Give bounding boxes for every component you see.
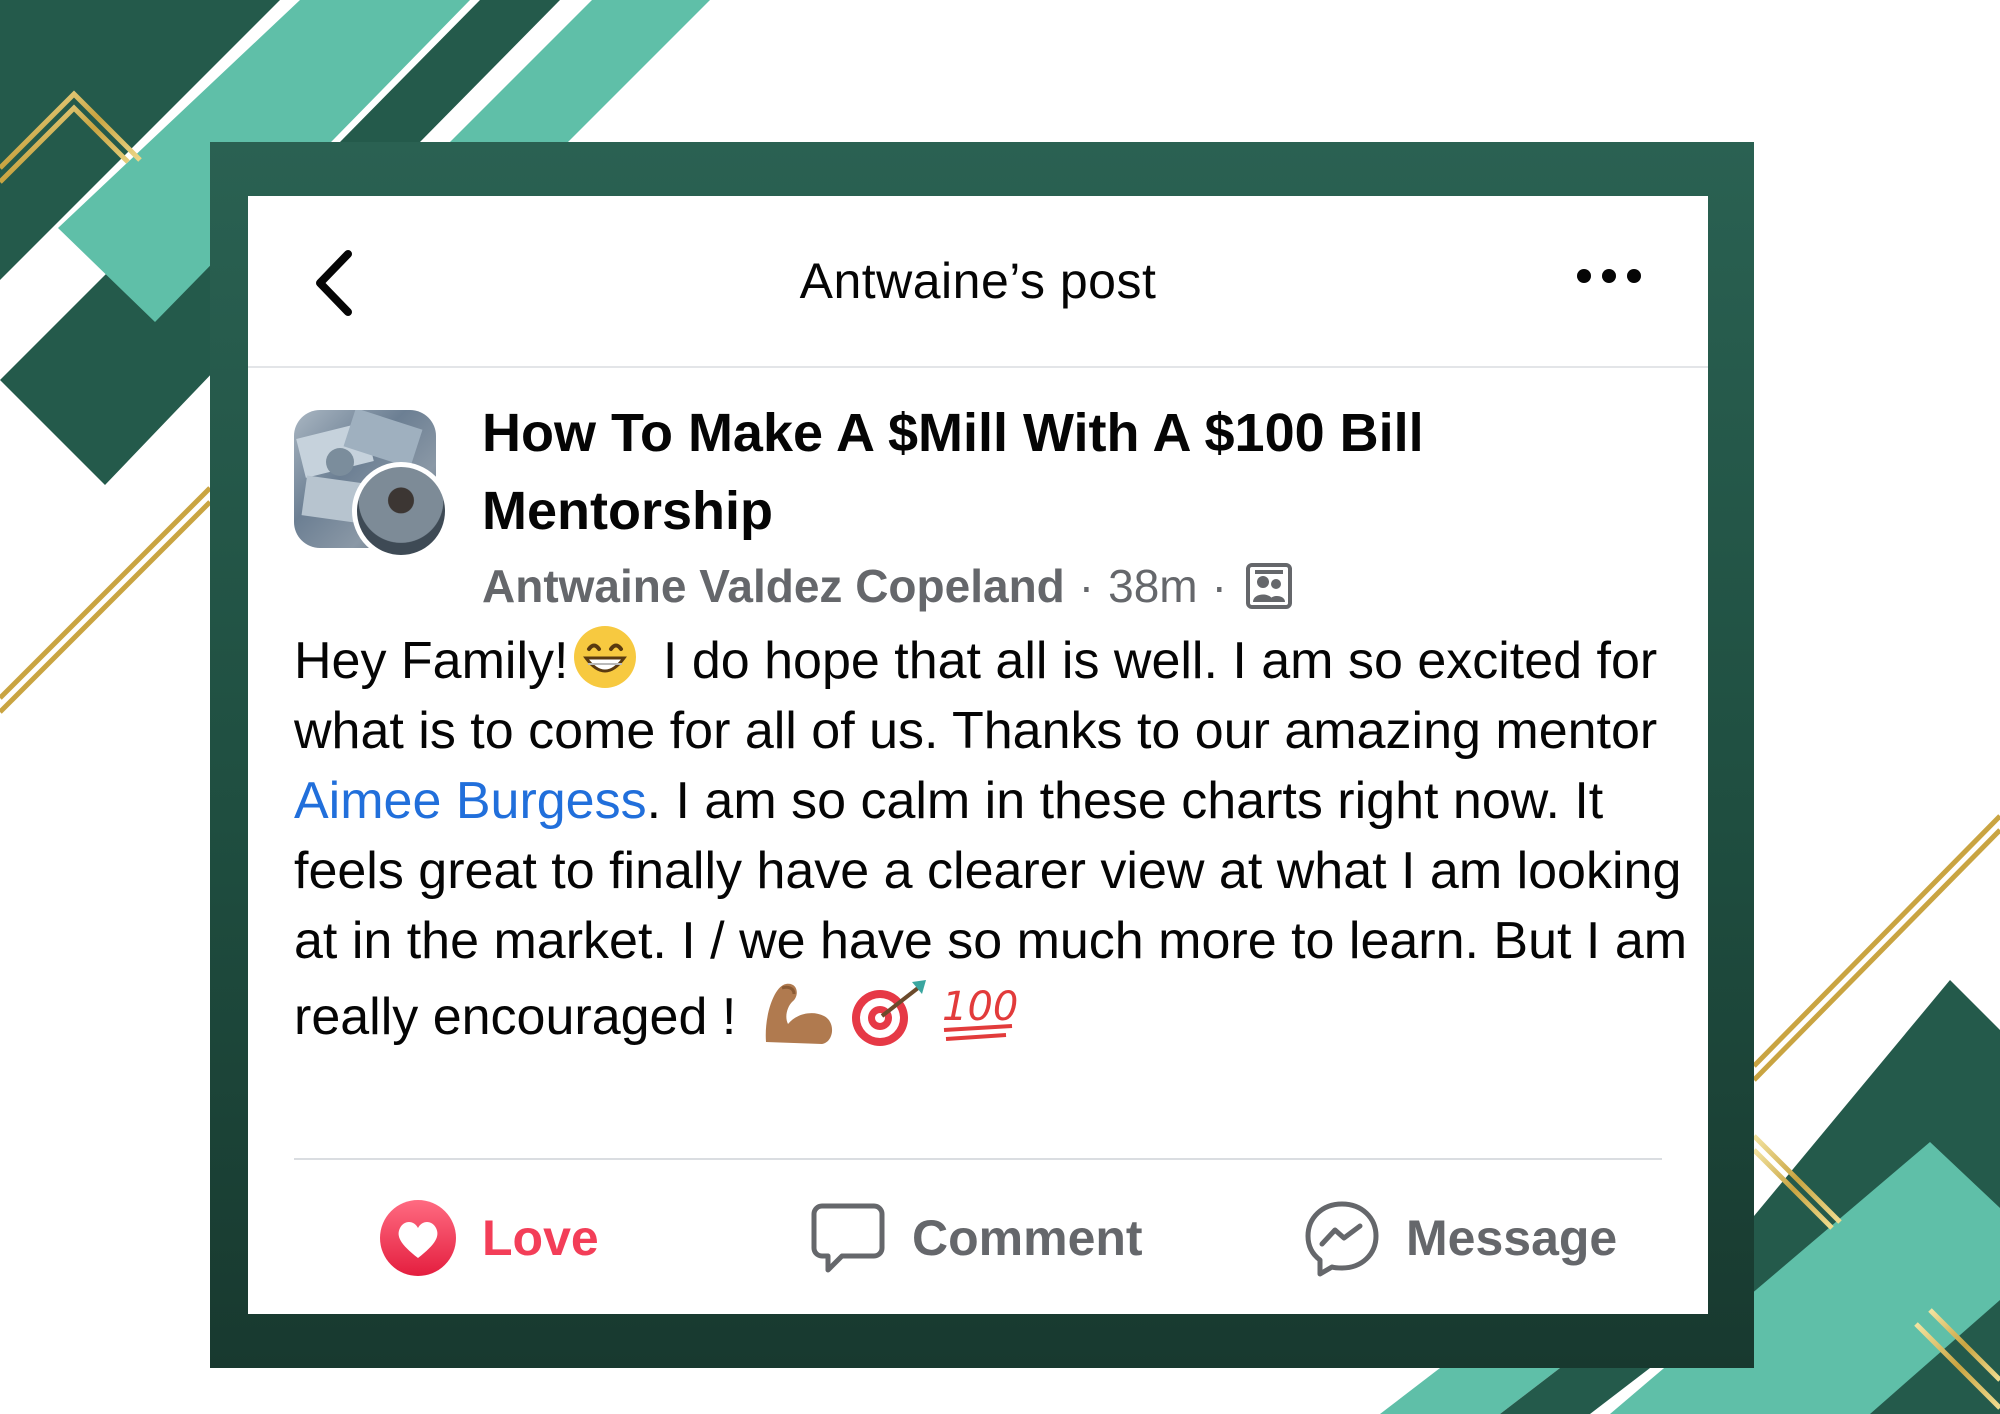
comment-bubble-icon bbox=[811, 1203, 885, 1273]
page-title: Antwaine’s post bbox=[799, 253, 1157, 309]
mention-link[interactable]: Aimee Burgess bbox=[294, 772, 647, 830]
meta-separator: · bbox=[1078, 560, 1095, 612]
group-title-link[interactable]: How To Make A $Mill With A $100 Bill Men… bbox=[482, 394, 1632, 550]
svg-text:100: 100 bbox=[942, 984, 1018, 1030]
love-label: Love bbox=[482, 1210, 599, 1266]
actions-divider bbox=[294, 1158, 1662, 1160]
group-members-privacy-icon bbox=[1245, 563, 1292, 609]
author-name-link[interactable]: Antwaine Valdez Copeland bbox=[482, 559, 1065, 613]
group-avatar[interactable] bbox=[294, 410, 452, 562]
grinning-face-emoji-icon bbox=[574, 626, 637, 688]
post-card: Antwaine’s post How To Make A $Mill With… bbox=[248, 196, 1708, 1314]
comment-button[interactable]: Comment bbox=[808, 1196, 1143, 1280]
emoji-group: 100 bbox=[756, 976, 1020, 1048]
messenger-icon bbox=[1305, 1201, 1379, 1277]
comment-label: Comment bbox=[912, 1210, 1143, 1266]
meta-separator-2: · bbox=[1211, 560, 1227, 612]
author-avatar[interactable] bbox=[352, 462, 450, 560]
post-timestamp[interactable]: 38m bbox=[1108, 559, 1197, 613]
post-body-text: Hey Family! I do hope that all is well. … bbox=[294, 624, 1694, 1052]
message-button[interactable]: Message bbox=[1302, 1196, 1617, 1280]
love-button[interactable]: Love bbox=[378, 1196, 599, 1280]
hundred-points-emoji-icon: 100 bbox=[942, 984, 1019, 1041]
flexed-biceps-emoji-icon bbox=[766, 983, 833, 1044]
top-navigation-bar: Antwaine’s post bbox=[248, 196, 1708, 368]
love-reaction-icon bbox=[380, 1200, 456, 1276]
message-label: Message bbox=[1406, 1210, 1618, 1266]
post-meta: Antwaine Valdez Copeland · 38m · bbox=[482, 554, 1293, 618]
more-options-icon[interactable] bbox=[1574, 262, 1644, 290]
post-text-part-1: Hey Family! bbox=[294, 632, 569, 690]
direct-hit-emoji-icon bbox=[852, 980, 927, 1046]
